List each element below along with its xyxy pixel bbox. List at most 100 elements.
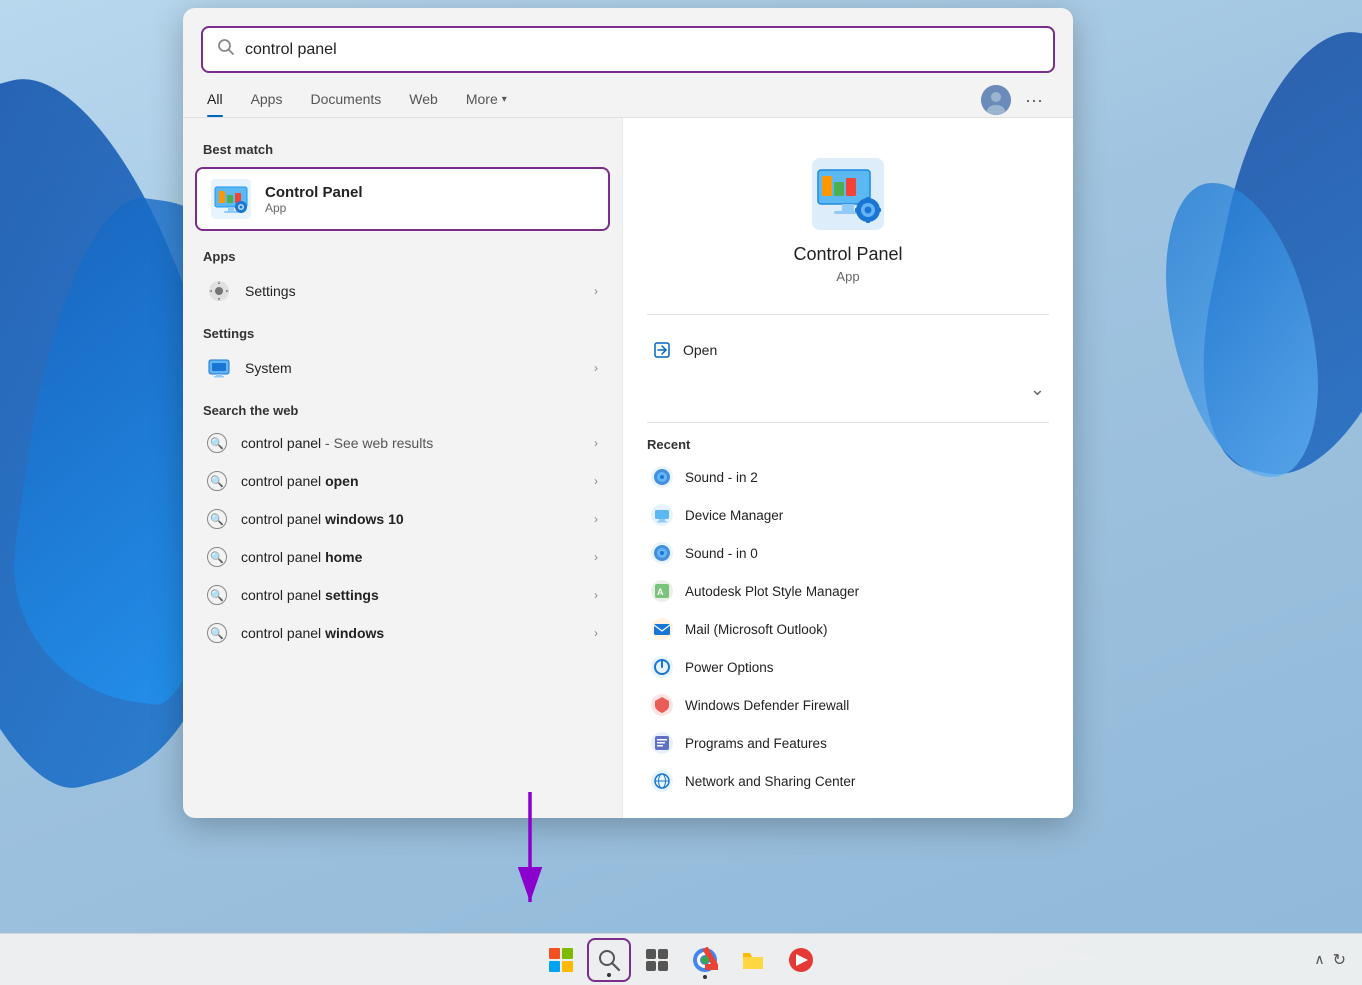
web-item-5[interactable]: 🔍 control panel windows › [187, 614, 618, 652]
recent-item-4-text: Mail (Microsoft Outlook) [685, 622, 828, 637]
network-icon [651, 770, 673, 792]
task-view-button[interactable] [635, 938, 679, 982]
best-match-control-panel[interactable]: Control Panel App [195, 167, 610, 231]
web-search-icon-4: 🔍 [207, 585, 227, 605]
chevron-down-icon: ▾ [502, 94, 507, 105]
web-item-4-text: control panel settings [241, 587, 580, 603]
web-item-4[interactable]: 🔍 control panel settings › [187, 576, 618, 614]
recent-item-5[interactable]: Power Options [647, 648, 1049, 686]
search-box[interactable]: control panel [201, 26, 1055, 73]
apps-section-label: Apps [183, 241, 622, 270]
system-arrow-icon: › [594, 361, 598, 375]
web-item-1-text: control panel open [241, 473, 580, 489]
system-tray-chevron[interactable]: ∧ [1314, 951, 1324, 968]
tab-more[interactable]: More ▾ [466, 83, 507, 117]
deliver-button[interactable] [779, 938, 823, 982]
web-item-1[interactable]: 🔍 control panel open › [187, 462, 618, 500]
chrome-icon [691, 946, 719, 974]
web-item-0-text: control panel - See web results [241, 435, 580, 451]
web-item-5-text: control panel windows [241, 625, 580, 641]
web-item-0[interactable]: 🔍 control panel - See web results › [187, 424, 618, 462]
search-input-value: control panel [245, 41, 1039, 59]
recent-label: Recent [647, 437, 1049, 452]
search-tabs: All Apps Documents Web More ▾ ··· [183, 73, 1073, 118]
search-results-right: Control Panel App Open ⌄ Recent [623, 118, 1073, 818]
chrome-button[interactable] [683, 938, 727, 982]
programs-icon [651, 732, 673, 754]
power-icon [651, 656, 673, 678]
svg-text:A: A [657, 587, 664, 597]
search-panel: control panel All Apps Documents Web Mor… [183, 8, 1073, 818]
open-action[interactable]: Open [647, 329, 1049, 371]
recent-item-8[interactable]: Network and Sharing Center [647, 762, 1049, 800]
best-match-label: Best match [183, 134, 622, 163]
windows-logo-icon [549, 948, 573, 972]
system-item-label: System [245, 360, 580, 376]
web-search-icon-5: 🔍 [207, 623, 227, 643]
search-icon [217, 38, 235, 61]
tab-web[interactable]: Web [409, 83, 438, 117]
best-match-type: App [265, 201, 363, 215]
expand-row: ⌄ [647, 371, 1049, 408]
tab-apps[interactable]: Apps [251, 83, 283, 117]
recent-item-4[interactable]: Mail (Microsoft Outlook) [647, 610, 1049, 648]
mail-icon [651, 618, 673, 640]
taskbar-right: ∧ ↻ [1314, 950, 1346, 970]
taskbar: ∧ ↻ [0, 933, 1362, 985]
sound-in0-icon [651, 542, 673, 564]
control-panel-icon-small [211, 179, 251, 219]
recent-item-1-text: Device Manager [685, 508, 783, 523]
app-preview-name: Control Panel [793, 244, 902, 265]
settings-icon [207, 279, 231, 303]
web-search-icon-2: 🔍 [207, 509, 227, 529]
web-search-icon-3: 🔍 [207, 547, 227, 567]
expand-button[interactable]: ⌄ [1026, 375, 1049, 404]
web-item-3[interactable]: 🔍 control panel home › [187, 538, 618, 576]
best-match-name: Control Panel [265, 184, 363, 201]
recent-item-0-text: Sound - in 2 [685, 470, 758, 485]
recent-item-8-text: Network and Sharing Center [685, 774, 855, 789]
divider-1 [647, 314, 1049, 315]
recent-item-2[interactable]: Sound - in 0 [647, 534, 1049, 572]
divider-2 [647, 422, 1049, 423]
tab-all[interactable]: All [207, 83, 223, 117]
start-button[interactable] [539, 938, 583, 982]
deliver-icon [787, 946, 815, 974]
recent-item-7[interactable]: Programs and Features [647, 724, 1049, 762]
web-search-icon-0: 🔍 [207, 433, 227, 453]
recent-item-5-text: Power Options [685, 660, 774, 675]
open-icon [651, 339, 673, 361]
web-search-icon-1: 🔍 [207, 471, 227, 491]
settings-item-label: Settings [245, 283, 580, 299]
recent-item-0[interactable]: Sound - in 2 [647, 458, 1049, 496]
web-item-2[interactable]: 🔍 control panel windows 10 › [187, 500, 618, 538]
search-taskbar-icon [595, 946, 623, 974]
recent-item-3[interactable]: A Autodesk Plot Style Manager [647, 572, 1049, 610]
list-item-system[interactable]: System › [187, 347, 618, 389]
tabs-right-actions: ··· [981, 85, 1049, 115]
search-button[interactable] [587, 938, 631, 982]
web-item-2-text: control panel windows 10 [241, 511, 580, 527]
open-label: Open [683, 342, 717, 358]
more-options-button[interactable]: ··· [1019, 86, 1049, 115]
settings-section-label: Settings [183, 318, 622, 347]
system-icon [207, 356, 231, 380]
search-active-dot [607, 973, 611, 977]
web-item-3-text: control panel home [241, 549, 580, 565]
avatar[interactable] [981, 85, 1011, 115]
recent-item-2-text: Sound - in 0 [685, 546, 758, 561]
list-item-settings[interactable]: Settings › [187, 270, 618, 312]
tab-documents[interactable]: Documents [310, 83, 381, 117]
file-explorer-button[interactable] [731, 938, 775, 982]
autodesk-icon: A [651, 580, 673, 602]
recent-item-6[interactable]: Windows Defender Firewall [647, 686, 1049, 724]
sound-in2-icon [651, 466, 673, 488]
settings-arrow-icon: › [594, 284, 598, 298]
app-preview-type: App [836, 269, 859, 284]
system-tray-refresh[interactable]: ↻ [1333, 950, 1346, 970]
app-preview: Control Panel App [647, 138, 1049, 300]
device-manager-icon [651, 504, 673, 526]
control-panel-large-icon [812, 158, 884, 230]
firewall-icon [651, 694, 673, 716]
recent-item-1[interactable]: Device Manager [647, 496, 1049, 534]
